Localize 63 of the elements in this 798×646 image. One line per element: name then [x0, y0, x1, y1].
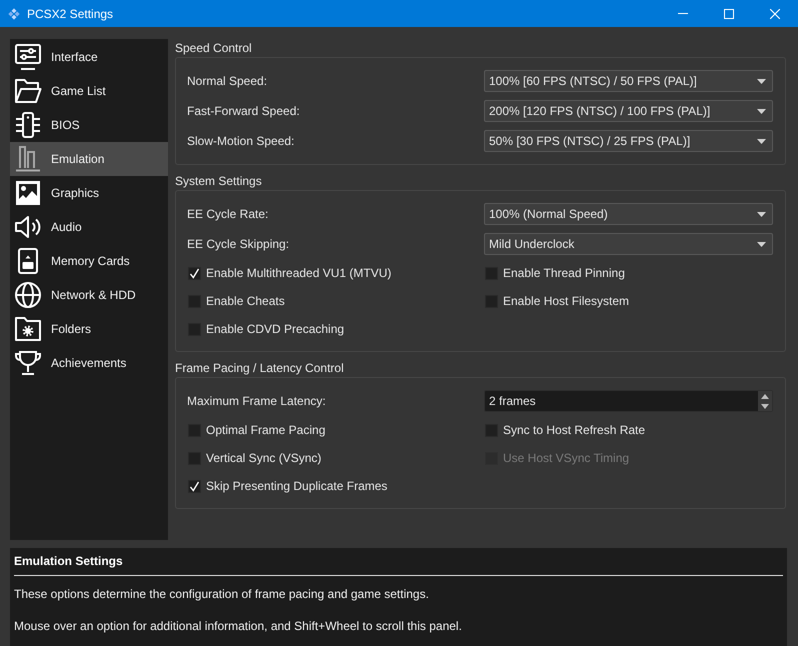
sidebar-item[interactable]: Graphics: [10, 176, 168, 210]
spin-down-button[interactable]: [758, 401, 772, 411]
sidebar-item[interactable]: Game List: [10, 74, 168, 108]
sidebar-item[interactable]: Network & HDD: [10, 278, 168, 312]
dropdown[interactable]: 100% [60 FPS (NTSC) / 50 FPS (PAL)]: [484, 70, 773, 92]
help-text: These options determine the configuration of frame pacing and game settings.: [14, 586, 430, 602]
chip-icon: [14, 111, 42, 139]
group-title: System Settings: [175, 173, 263, 190]
caret-icon: [757, 78, 766, 84]
minimize-icon: [678, 13, 688, 14]
close-icon: [770, 8, 780, 18]
sidebar-item[interactable]: Audio: [10, 210, 168, 244]
globe-icon: [14, 281, 42, 309]
sidebar-item[interactable]: Interface: [10, 40, 168, 74]
caret-icon: [757, 108, 766, 114]
folder-icon: [14, 77, 42, 105]
folder-gear-icon: [14, 315, 42, 343]
setting-label: Fast-Forward Speed:: [187, 103, 301, 120]
caret-icon: [757, 242, 766, 246]
app-logo-icon: [8, 8, 20, 20]
checkbox-label[interactable]: Enable CDVD Precaching: [206, 322, 344, 336]
setting-label: Maximum Frame Latency:: [187, 393, 327, 410]
columns-icon: [14, 145, 42, 173]
setting-label: EE Cycle Skipping:: [187, 236, 290, 253]
sidebar-item[interactable]: Folders: [10, 312, 168, 346]
sidebar-item[interactable]: Achievements: [10, 346, 168, 380]
dropdown[interactable]: 100% (Normal Speed): [484, 203, 773, 225]
checkbox-label[interactable]: Vertical Sync (VSync): [206, 451, 322, 465]
dropdown[interactable]: 50% [30 FPS (NTSC) / 25 FPS (PAL)]: [484, 130, 773, 152]
dropdown[interactable]: Mild Underclock: [484, 233, 773, 255]
checkbox-label[interactable]: Optimal Frame Pacing: [206, 423, 326, 437]
sidebar-item[interactable]: Memory Cards: [10, 244, 168, 278]
caret-icon: [757, 212, 766, 216]
checkbox-label[interactable]: Enable Thread Pinning: [503, 266, 625, 280]
checkbox[interactable]: [188, 266, 201, 280]
sidebar-item[interactable]: BIOS: [10, 108, 168, 142]
help-text: Mouse over an option for additional information, and Shift+Wheel to scroll this panel.: [14, 618, 463, 634]
caret-icon: [757, 138, 766, 144]
sidebar-item[interactable]: Emulation: [10, 142, 168, 176]
speaker-icon: [14, 213, 42, 241]
group-title: Frame Pacing / Latency Control: [175, 360, 345, 377]
image-icon: [14, 179, 42, 207]
checkbox-label[interactable]: Sync to Host Refresh Rate: [503, 423, 646, 437]
monitor-sliders-icon: [14, 43, 42, 71]
dropdown[interactable]: 200% [120 FPS (NTSC) / 100 FPS (PAL)]: [484, 100, 773, 122]
trophy-icon: [14, 349, 42, 377]
caret-icon: [761, 404, 769, 408]
setting-label: Normal Speed:: [187, 73, 268, 90]
up-caret-icon: [761, 394, 769, 398]
window-title: PCSX2 Settings: [27, 6, 114, 20]
help-title: Emulation Settings: [14, 553, 124, 570]
checkmark-icon: [189, 480, 200, 492]
checkbox[interactable]: [188, 480, 201, 492]
setting-label: EE Cycle Rate:: [187, 206, 270, 223]
group-title: Speed Control: [175, 40, 253, 57]
maximize-icon: [724, 8, 734, 18]
checkbox-label[interactable]: Enable Cheats: [206, 294, 285, 308]
checkmark-icon: [189, 268, 200, 278]
checkbox-label[interactable]: Skip Presenting Duplicate Frames: [206, 479, 388, 493]
spin-box[interactable]: 2 frames: [484, 390, 773, 412]
checkbox-label[interactable]: Enable Multithreaded VU1 (MTVU): [206, 266, 392, 280]
setting-label: Slow-Motion Speed:: [187, 133, 296, 150]
checkbox-label[interactable]: Enable Host Filesystem: [503, 294, 630, 308]
